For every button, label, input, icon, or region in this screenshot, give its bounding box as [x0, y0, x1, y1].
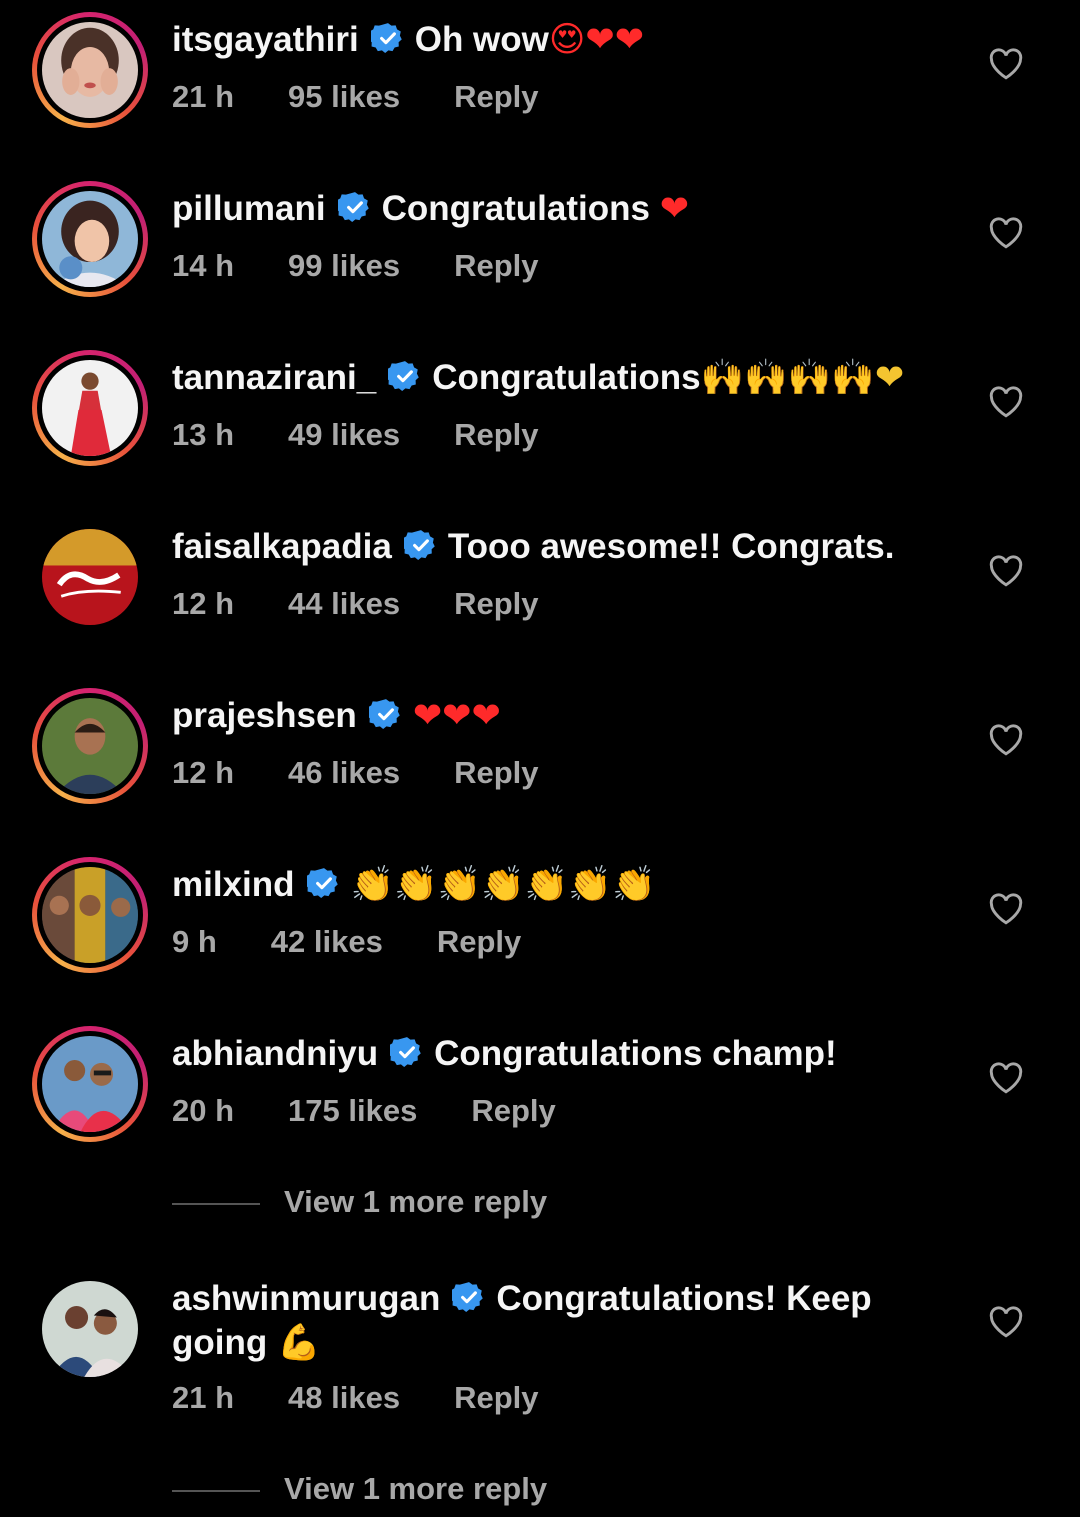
- avatar-image: [42, 1281, 138, 1377]
- reply-button[interactable]: Reply: [454, 1378, 538, 1418]
- comment-username[interactable]: faisalkapadia: [172, 527, 392, 566]
- comment-emoji: 👏👏👏👏👏👏👏: [350, 865, 656, 905]
- comment-line: prajeshsen ❤❤❤: [172, 694, 501, 738]
- comment-meta: 13 h 49 likes Reply: [172, 415, 539, 455]
- comment-line: ashwinmurugan Congratulations! Keep going…: [172, 1277, 892, 1365]
- comment-meta: 21 h 95 likes Reply: [172, 77, 539, 117]
- comment-meta: 9 h 42 likes Reply: [172, 922, 521, 962]
- avatar: [42, 22, 138, 118]
- verified-badge-icon: [306, 866, 341, 900]
- reply-thread-line: [172, 1202, 260, 1205]
- avatar-story-ring[interactable]: [32, 857, 148, 973]
- avatar-story-ring[interactable]: [32, 181, 148, 297]
- reply-button[interactable]: Reply: [454, 415, 538, 455]
- comment-username[interactable]: itsgayathiri: [172, 20, 359, 59]
- reply-button[interactable]: Reply: [437, 922, 521, 962]
- comment-emoji: ❤: [659, 189, 690, 229]
- comment-line: milxind 👏👏👏👏👏👏👏: [172, 863, 656, 907]
- view-more-replies-label: View 1 more reply: [284, 1184, 548, 1219]
- verified-badge-icon: [390, 1035, 424, 1069]
- reply-button[interactable]: Reply: [454, 753, 538, 793]
- comment-meta: 12 h 46 likes Reply: [172, 753, 539, 793]
- avatar[interactable]: [32, 1271, 148, 1387]
- comment-username[interactable]: ashwinmurugan: [172, 1279, 440, 1318]
- comment-line: abhiandniyu Congratulations champ!: [172, 1032, 837, 1076]
- heart-outline-icon[interactable]: [988, 1062, 1024, 1094]
- comment-likes[interactable]: 95 likes: [288, 77, 400, 117]
- comment-time: 13 h: [172, 417, 235, 452]
- comment-line: faisalkapadia Tooo awesome!! Congrats.: [172, 525, 894, 569]
- heart-outline-icon[interactable]: [988, 893, 1024, 925]
- verified-badge-icon: [403, 528, 438, 562]
- comment-time: 9 h: [172, 924, 217, 959]
- heart-outline-icon[interactable]: [988, 386, 1024, 418]
- heart-outline-icon[interactable]: [988, 1306, 1024, 1338]
- comment-username[interactable]: tannazirani_: [172, 358, 376, 397]
- view-more-replies-button[interactable]: View 1 more reply: [172, 1469, 547, 1509]
- comment-time: 20 h: [172, 1093, 235, 1128]
- comment-meta: 14 h 99 likes Reply: [172, 246, 539, 286]
- verified-badge-icon: [337, 190, 372, 224]
- comment-username[interactable]: milxind: [172, 865, 295, 904]
- comment-username[interactable]: abhiandniyu: [172, 1034, 378, 1073]
- comment-likes[interactable]: 44 likes: [288, 584, 400, 624]
- comment-emoji: 🙌🙌🙌🙌❤: [700, 358, 905, 398]
- avatar-story-ring[interactable]: [32, 350, 148, 466]
- reply-thread-line: [172, 1489, 260, 1492]
- comment-likes[interactable]: 46 likes: [288, 753, 400, 793]
- comment-meta: 20 h 175 likes Reply: [172, 1091, 556, 1131]
- avatar[interactable]: [32, 519, 148, 635]
- reply-button[interactable]: Reply: [454, 584, 538, 624]
- verified-badge-icon: [388, 359, 422, 393]
- comment-text: Congratulations: [432, 358, 701, 397]
- verified-badge-icon: [368, 697, 403, 731]
- reply-button[interactable]: Reply: [454, 246, 538, 286]
- comment-likes[interactable]: 42 likes: [271, 922, 383, 962]
- comment-likes[interactable]: 175 likes: [288, 1091, 417, 1131]
- reply-button[interactable]: Reply: [454, 77, 538, 117]
- heart-outline-icon[interactable]: [988, 555, 1024, 587]
- comment-meta: 12 h 44 likes Reply: [172, 584, 539, 624]
- avatar-story-ring[interactable]: [32, 1026, 148, 1142]
- verified-badge-icon: [452, 1280, 486, 1314]
- comment-likes[interactable]: 99 likes: [288, 246, 400, 286]
- heart-outline-icon[interactable]: [988, 724, 1024, 756]
- avatar: [42, 867, 138, 963]
- avatar: [42, 698, 138, 794]
- avatar-story-ring[interactable]: [32, 12, 148, 128]
- avatar: [42, 191, 138, 287]
- verified-badge-icon: [370, 21, 405, 55]
- heart-outline-icon[interactable]: [988, 48, 1024, 80]
- avatar-story-ring[interactable]: [32, 688, 148, 804]
- heart-outline-icon[interactable]: [988, 217, 1024, 249]
- comment-time: 12 h: [172, 755, 235, 790]
- comment-time: 12 h: [172, 586, 235, 621]
- avatar: [42, 360, 138, 456]
- comment-emoji: 💪: [276, 1323, 321, 1363]
- comment-likes[interactable]: 49 likes: [288, 415, 400, 455]
- comment-line: pillumani Congratulations ❤: [172, 187, 689, 231]
- avatar-image: [42, 529, 138, 625]
- comment-time: 21 h: [172, 1380, 235, 1415]
- avatar: [42, 1036, 138, 1132]
- comment-time: 21 h: [172, 79, 235, 114]
- comment-username[interactable]: pillumani: [172, 189, 326, 228]
- comment-username[interactable]: prajeshsen: [172, 696, 357, 735]
- view-more-replies-button[interactable]: View 1 more reply: [172, 1182, 547, 1222]
- comment-text: Oh wow: [414, 20, 549, 59]
- comment-meta: 21 h 48 likes Reply: [172, 1378, 539, 1418]
- comment-text: Congratulations: [381, 189, 660, 228]
- reply-button[interactable]: Reply: [471, 1091, 555, 1131]
- comment-line: tannazirani_ Congratulations🙌🙌🙌🙌❤: [172, 356, 904, 400]
- comment-text: Tooo awesome!! Congrats.: [447, 527, 895, 566]
- comment-likes[interactable]: 48 likes: [288, 1378, 400, 1418]
- view-more-replies-label: View 1 more reply: [284, 1471, 548, 1506]
- comment-emoji: 😍❤❤: [548, 20, 645, 60]
- comment-emoji: ❤❤❤: [412, 696, 501, 736]
- comment-time: 14 h: [172, 248, 235, 283]
- comment-text: Congratulations champ!: [434, 1034, 837, 1073]
- comment-line: itsgayathiri Oh wow😍❤❤: [172, 18, 644, 62]
